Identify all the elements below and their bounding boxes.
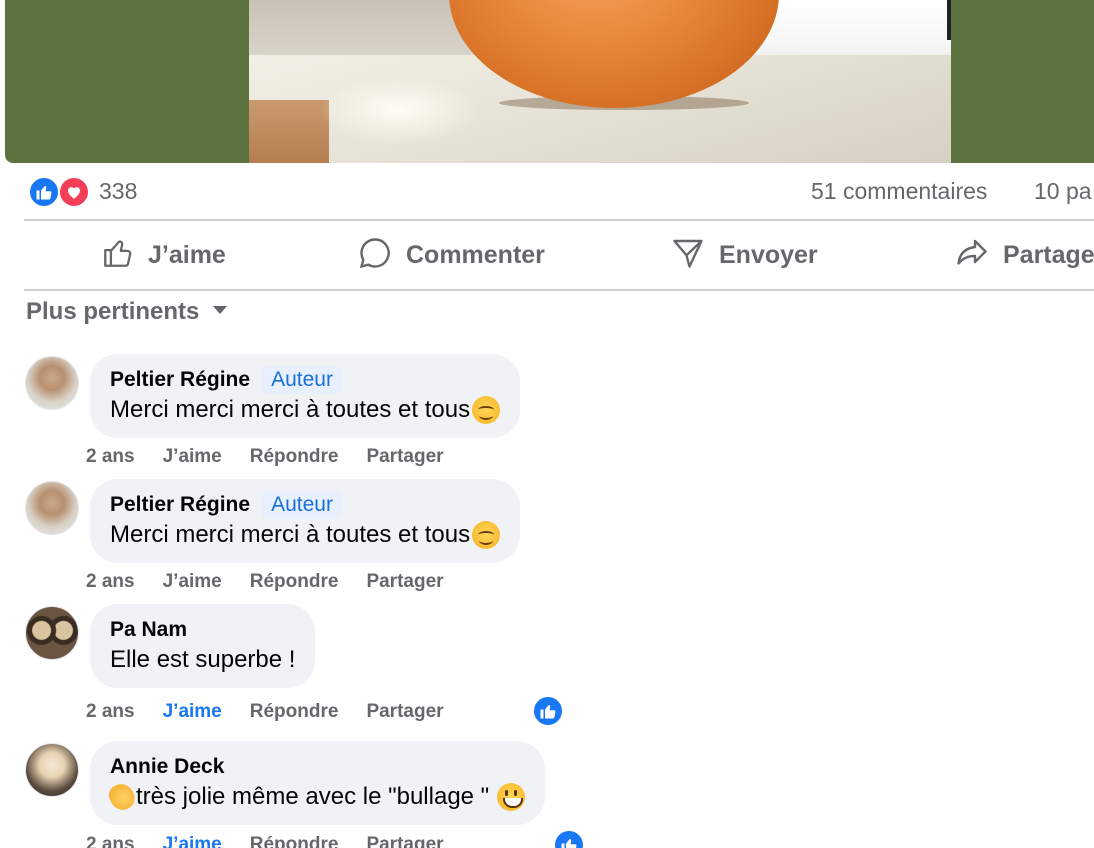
like-button[interactable]: J’aime: [101, 222, 226, 288]
comment-time[interactable]: 2 ans: [86, 834, 135, 848]
comment-meta: 2 ans J’aime Répondre Partager: [86, 701, 472, 723]
author-badge: Auteur: [262, 491, 342, 519]
comment-like-reaction-icon[interactable]: [532, 695, 564, 727]
comment-reply-button[interactable]: Répondre: [250, 571, 339, 593]
like-reaction-icon: [28, 176, 60, 208]
comment-reply-button[interactable]: Répondre: [250, 834, 339, 848]
photo-window-edge: [947, 0, 951, 40]
comment-reply-button[interactable]: Répondre: [250, 446, 339, 468]
shares-count[interactable]: 10 pa: [1034, 178, 1092, 205]
smiling-face-icon: [472, 521, 501, 549]
comment-bubble: Peltier Régine Auteur Merci merci merci …: [90, 354, 521, 438]
comment-time[interactable]: 2 ans: [86, 571, 135, 593]
reactions-count[interactable]: 338: [99, 178, 137, 205]
comment-bubble: Annie Deck très jolie même avec le "bull…: [90, 741, 546, 825]
comment-text: Merci merci merci à toutes et tous: [110, 396, 501, 424]
comment-text: Merci merci merci à toutes et tous: [110, 521, 501, 549]
speech-bubble-icon: [357, 235, 393, 276]
comment-like-button[interactable]: J’aime: [163, 446, 222, 468]
comment-text: Elle est superbe !: [110, 646, 295, 674]
photo-wood: [249, 100, 329, 163]
comment-meta: 2 ans J’aime Répondre Partager: [86, 571, 472, 593]
clapping-hands-icon: [105, 780, 139, 814]
divider-bottom: [24, 289, 1094, 291]
share-label: Partage: [1003, 240, 1094, 269]
photo-light: [319, 75, 479, 145]
photo-content: [249, 0, 951, 163]
comment-time[interactable]: 2 ans: [86, 701, 135, 723]
grinning-face-icon: [497, 783, 526, 811]
like-label: J’aime: [148, 240, 226, 269]
comment-author[interactable]: Peltier Régine: [110, 368, 250, 392]
send-icon: [670, 235, 706, 276]
love-reaction-icon: [58, 176, 90, 208]
reactions-summary: 338 51 commentaires 10 pa: [26, 172, 1094, 210]
comment-sort-dropdown[interactable]: Plus pertinents: [26, 298, 229, 326]
post-actions: J’aime Commenter Envoyer Partage: [24, 222, 1094, 288]
thumbs-up-icon: [101, 236, 135, 275]
post-photo[interactable]: [5, 0, 1094, 163]
reaction-icons[interactable]: [28, 176, 92, 208]
comment-author[interactable]: Pa Nam: [110, 618, 187, 642]
share-button[interactable]: Partage: [954, 222, 1094, 288]
divider-top: [24, 219, 1094, 221]
avatar[interactable]: [25, 606, 79, 660]
comment-like-reaction-icon[interactable]: [553, 829, 585, 848]
send-button[interactable]: Envoyer: [670, 222, 818, 288]
comment-meta: 2 ans J’aime Répondre Partager: [86, 446, 472, 468]
comment-like-button[interactable]: J’aime: [163, 834, 222, 848]
comment-meta: 2 ans J’aime Répondre Partager: [86, 834, 472, 848]
comment-share-button[interactable]: Partager: [366, 446, 443, 468]
comment-text-content: Elle est superbe !: [110, 646, 296, 673]
comment-time[interactable]: 2 ans: [86, 446, 135, 468]
comment-reply-button[interactable]: Répondre: [250, 701, 339, 723]
sort-label: Plus pertinents: [26, 298, 200, 325]
comment-share-button[interactable]: Partager: [366, 834, 443, 848]
comment-text-content: Merci merci merci à toutes et tous: [110, 396, 471, 423]
comment-share-button[interactable]: Partager: [366, 701, 443, 723]
send-label: Envoyer: [719, 240, 818, 269]
share-arrow-icon: [954, 235, 990, 276]
comment-bubble: Peltier Régine Auteur Merci merci merci …: [90, 479, 521, 563]
comment-text-content: Merci merci merci à toutes et tous: [110, 521, 471, 548]
author-badge: Auteur: [262, 366, 342, 394]
comment-share-button[interactable]: Partager: [366, 571, 443, 593]
avatar[interactable]: [25, 743, 79, 797]
avatar[interactable]: [25, 481, 79, 535]
avatar[interactable]: [25, 356, 79, 410]
smiling-face-icon: [472, 396, 501, 424]
comment-author[interactable]: Peltier Régine: [110, 493, 250, 517]
comment-like-button[interactable]: J’aime: [163, 571, 222, 593]
comment-text: très jolie même avec le "bullage ": [105, 780, 526, 814]
comment-author[interactable]: Annie Deck: [110, 755, 224, 779]
caret-down-icon: [211, 303, 229, 321]
comments-count[interactable]: 51 commentaires: [811, 178, 987, 205]
comment-bubble: Pa Nam Elle est superbe !: [90, 604, 316, 688]
comment-label: Commenter: [406, 240, 545, 269]
comment-text-content: très jolie même avec le "bullage ": [136, 783, 490, 810]
comment-like-button[interactable]: J’aime: [163, 701, 222, 723]
